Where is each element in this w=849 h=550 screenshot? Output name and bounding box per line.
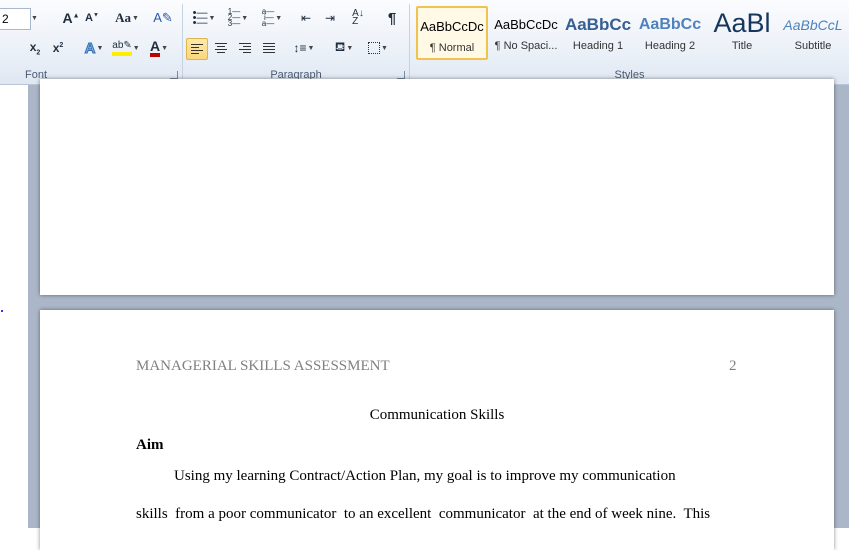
- style-sample: AaBbCcDc: [494, 17, 558, 32]
- paint-bucket-icon: ⛾: [334, 39, 346, 54]
- increase-indent-icon: ⇥: [324, 11, 336, 25]
- clear-formatting-button[interactable]: A✎: [152, 8, 174, 28]
- multilevel-list-button[interactable]: a― i― a― ▼: [257, 8, 287, 28]
- decrease-indent-button[interactable]: ⇤: [295, 8, 317, 28]
- decrease-indent-icon: ⇤: [300, 11, 312, 25]
- align-center-button[interactable]: [210, 38, 232, 58]
- clear-formatting-icon: A✎: [153, 10, 173, 25]
- paragraph-dialog-launcher-icon[interactable]: [397, 71, 405, 79]
- sort-icon: A↓ Z: [352, 8, 364, 27]
- justify-icon: [263, 41, 275, 55]
- font-dialog-launcher-icon[interactable]: [170, 71, 178, 79]
- grow-font-icon: A▲: [62, 10, 80, 26]
- style-no-spacing[interactable]: AaBbCcDc ¶ No Spaci...: [490, 6, 562, 60]
- change-case-button[interactable]: Aa ▼: [112, 8, 142, 28]
- running-header: MANAGERIAL SKILLS ASSESSMENT: [136, 358, 390, 374]
- shrink-font-icon: A▼: [85, 12, 99, 24]
- line-spacing-button[interactable]: ↕≡ ▼: [289, 38, 319, 58]
- font-size-value: 2: [2, 12, 9, 26]
- section-heading: Aim: [136, 437, 164, 453]
- highlighter-icon: ab✎: [112, 40, 132, 56]
- chevron-down-icon: ▼: [131, 14, 139, 22]
- multilevel-list-icon: a― i― a―: [261, 7, 275, 28]
- text-effects-button[interactable]: A ▼: [80, 38, 108, 58]
- style-sample: AaBbCcL: [783, 17, 843, 33]
- superscript-button[interactable]: x2: [48, 38, 68, 58]
- style-subtitle[interactable]: AaBbCcL Subtitle: [778, 6, 848, 60]
- grow-font-button[interactable]: A▲: [60, 8, 82, 28]
- borders-icon: [368, 42, 381, 54]
- style-sample: AaBbCcDc: [420, 19, 484, 34]
- highlight-color-button[interactable]: ab✎ ▼: [110, 38, 142, 58]
- shading-button[interactable]: ⛾ ▼: [329, 38, 359, 58]
- font-color-icon: A: [149, 39, 161, 57]
- shrink-font-button[interactable]: A▼: [82, 8, 102, 28]
- font-group: 2 ▼ A▲ A▼ Aa ▼ A✎ x2 x2 A ▼ ab✎ ▼ A ▼ Font: [0, 0, 182, 84]
- line-spacing-icon: ↕≡: [293, 41, 307, 55]
- numbering-icon: 1― 2― 3―: [227, 7, 241, 28]
- style-name: Subtitle: [794, 40, 832, 52]
- sort-button[interactable]: A↓ Z: [347, 8, 369, 28]
- font-color-button[interactable]: A ▼: [144, 38, 174, 58]
- style-normal[interactable]: AaBbCcDc ¶ Normal: [416, 6, 488, 60]
- superscript-icon: x2: [52, 41, 64, 55]
- font-size-dropdown-icon[interactable]: ▼: [31, 8, 43, 29]
- align-right-button[interactable]: [234, 38, 256, 58]
- style-name: ¶ No Spaci...: [494, 40, 558, 52]
- align-right-icon: [239, 41, 251, 55]
- text-effects-icon: A: [84, 39, 96, 57]
- style-heading-2[interactable]: AaBbCc Heading 2: [634, 6, 706, 60]
- document-area[interactable]: MANAGERIAL SKILLS ASSESSMENT 2 Communica…: [28, 79, 849, 550]
- style-name: Heading 1: [572, 40, 624, 52]
- page-2[interactable]: MANAGERIAL SKILLS ASSESSMENT 2 Communica…: [40, 310, 834, 550]
- style-title[interactable]: AaBl Title: [706, 6, 778, 60]
- subscript-icon: x2: [29, 39, 41, 57]
- style-name: Title: [731, 40, 753, 52]
- align-left-button[interactable]: [186, 38, 208, 60]
- paragraph-line: Using my learning Contract/Action Plan, …: [174, 468, 676, 484]
- bullets-icon: •― •― •―: [192, 6, 208, 29]
- page-number: 2: [729, 358, 737, 374]
- font-size-box[interactable]: 2: [0, 8, 31, 30]
- paragraph-group: •― •― •― ▼ 1― 2― 3― ▼ a― i― a― ▼ ⇤ ⇥ A↓ Z ¶ ↕≡ ▼ ⛾…: [183, 0, 409, 84]
- justify-button[interactable]: [258, 38, 280, 58]
- align-left-icon: [191, 42, 203, 56]
- numbering-button[interactable]: 1― 2― 3― ▼: [223, 8, 253, 28]
- style-heading-1[interactable]: AaBbCc Heading 1: [562, 6, 634, 60]
- subscript-button[interactable]: x2: [26, 38, 44, 58]
- styles-group: AaBbCcDc ¶ Normal AaBbCcDc ¶ No Spaci...…: [410, 0, 849, 84]
- align-center-icon: [215, 41, 227, 55]
- increase-indent-button[interactable]: ⇥: [319, 8, 341, 28]
- style-sample: AaBbCc: [564, 15, 632, 34]
- left-window-margin: [0, 85, 28, 528]
- style-sample: AaBbCc: [638, 16, 702, 33]
- paragraph-line: skills from a poor communicator to an ex…: [136, 506, 711, 522]
- pilcrow-icon: ¶: [387, 9, 397, 27]
- page-1[interactable]: [40, 79, 834, 295]
- bullets-button[interactable]: •― •― •― ▼: [189, 6, 219, 29]
- cursor-dot: [1, 310, 3, 312]
- style-name: ¶ Normal: [429, 42, 475, 54]
- borders-button[interactable]: ▼: [363, 38, 393, 58]
- style-sample: AaBl: [713, 8, 771, 38]
- change-case-icon: Aa: [115, 10, 131, 25]
- show-formatting-marks-button[interactable]: ¶: [381, 8, 403, 28]
- style-name: Heading 2: [644, 40, 696, 52]
- document-title: Communication Skills: [369, 407, 505, 423]
- ribbon: 2 ▼ A▲ A▼ Aa ▼ A✎ x2 x2 A ▼ ab✎ ▼ A ▼ Font •…: [0, 0, 849, 85]
